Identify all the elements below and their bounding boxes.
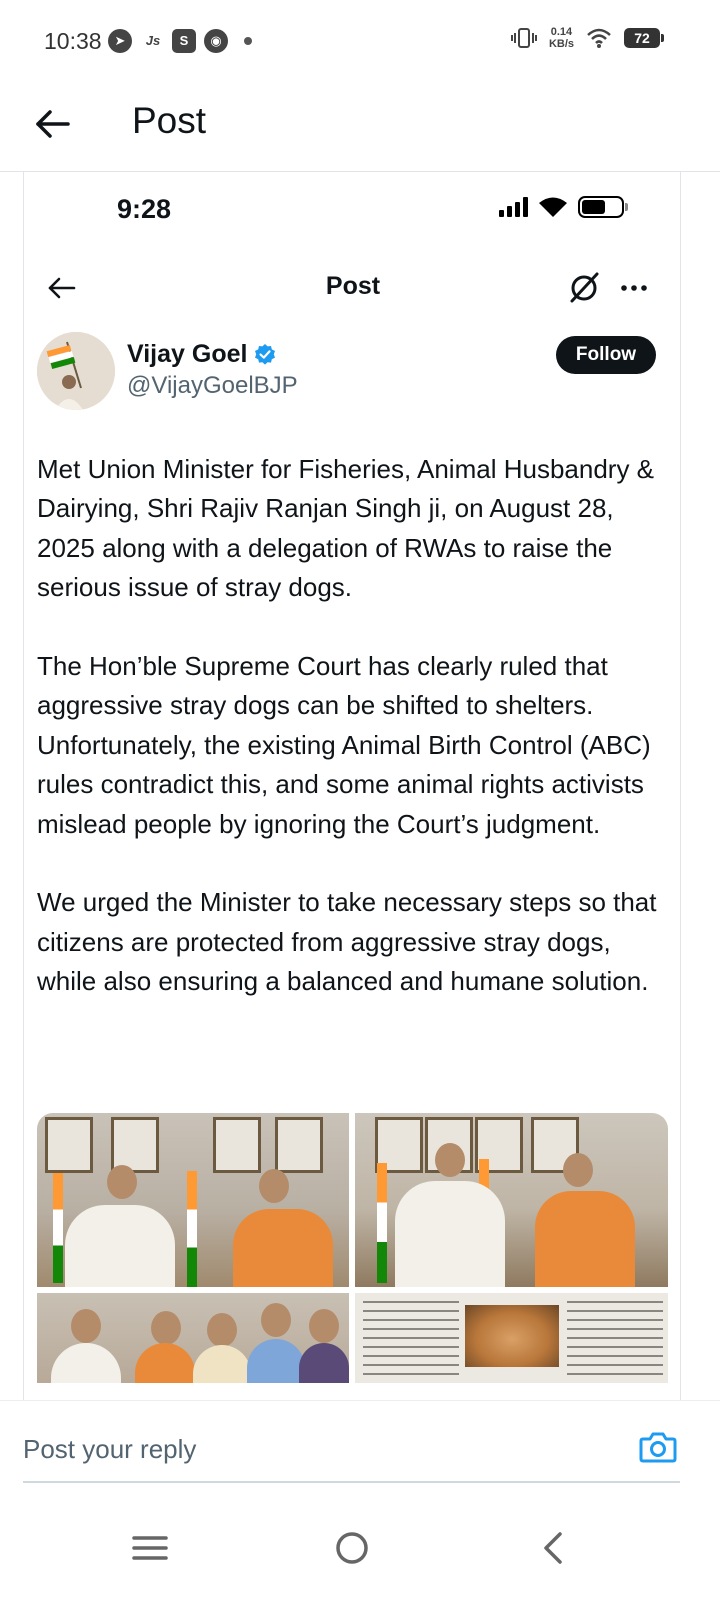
- app-header: Post: [0, 84, 720, 172]
- grok-icon: [570, 272, 599, 303]
- photo-meeting-1: [37, 1113, 349, 1287]
- newspaper-text-column: [363, 1301, 459, 1377]
- back-arrow-icon[interactable]: [30, 102, 74, 146]
- embedded-wifi-icon: [539, 197, 567, 217]
- person-face: [435, 1143, 465, 1177]
- person-face: [259, 1169, 289, 1203]
- photo-meeting-2: [355, 1113, 668, 1287]
- indian-flag: [377, 1163, 387, 1283]
- person-cream-kurta: [193, 1345, 251, 1383]
- embedded-status-time: 9:28: [117, 194, 172, 224]
- net-speed-unit: KB/s: [548, 38, 574, 50]
- reply-underline: [23, 1481, 680, 1483]
- post-paragraph: We urged the Minister to take necessary …: [37, 887, 657, 997]
- person-face: [151, 1311, 181, 1345]
- person-face: [107, 1165, 137, 1199]
- battery-icon: 72: [624, 28, 664, 48]
- vibrate-icon: [510, 28, 537, 48]
- js-icon: Js: [145, 33, 161, 48]
- person-face: [563, 1153, 593, 1187]
- person-orange-vest: [135, 1343, 195, 1383]
- photo-group: [37, 1293, 349, 1383]
- menu-icon[interactable]: [130, 1528, 170, 1568]
- reply-bar: [0, 1400, 720, 1500]
- wifi-icon: [587, 28, 611, 48]
- embedded-battery-icon: [578, 196, 628, 218]
- globe-icon: ◉: [204, 29, 228, 53]
- status-bar: 10:38 ➤ Js S ◉ 0.14 KB/s 72: [0, 0, 720, 84]
- author-name: Vijay Goel: [127, 340, 277, 369]
- person-white-kurta: [395, 1181, 505, 1287]
- chevron-left-icon[interactable]: [534, 1528, 574, 1568]
- status-right-group: 0.14 KB/s 72: [510, 26, 664, 50]
- more-horizontal-icon: [621, 285, 647, 291]
- author-name-text: Vijay Goel: [127, 340, 248, 368]
- person-face: [309, 1309, 339, 1343]
- page-title: Post: [132, 100, 207, 141]
- person-face: [71, 1309, 101, 1343]
- verified-badge-icon: [255, 343, 276, 365]
- embedded-status-icons: [499, 196, 628, 218]
- person-white-kurta: [51, 1343, 121, 1383]
- more-notifications-dot: [244, 37, 252, 45]
- dog-photo: [465, 1305, 559, 1367]
- net-speed-value: 0.14: [550, 26, 573, 38]
- home-circle-icon[interactable]: [332, 1528, 372, 1568]
- avatar-image: [37, 332, 115, 410]
- reply-input[interactable]: [23, 1427, 623, 1471]
- telegram-icon: ➤: [108, 29, 132, 53]
- author-handle: @VijayGoelBJP: [127, 372, 298, 399]
- person-white-kurta: [65, 1205, 175, 1287]
- net-speed: 0.14 KB/s: [549, 26, 574, 50]
- photo-newspaper-clipping: [355, 1293, 668, 1383]
- person-face: [207, 1313, 237, 1347]
- portrait-frame: [275, 1117, 323, 1173]
- cellular-signal-icon: [499, 197, 528, 217]
- avatar: [37, 332, 115, 410]
- app-s-icon: S: [172, 29, 196, 53]
- newspaper-text-column: [567, 1301, 663, 1377]
- person-face: [261, 1303, 291, 1337]
- status-time: 10:38: [44, 28, 102, 54]
- media-grid: [37, 1113, 668, 1383]
- portrait-frame: [45, 1117, 93, 1173]
- indian-flag: [53, 1173, 63, 1283]
- person-blue-shirt: [247, 1339, 305, 1383]
- post-paragraph: The Hon’ble Supreme Court has clearly ru…: [37, 651, 651, 839]
- person-orange-vest: [535, 1191, 635, 1287]
- person-orange-vest: [233, 1209, 333, 1287]
- person-purple-shirt: [299, 1343, 349, 1383]
- indian-flag: [187, 1171, 197, 1287]
- embedded-screenshot-card[interactable]: 9:28 Post Vijay Goel @VijayGoelBJP Follo…: [23, 172, 681, 1422]
- post-paragraph: Met Union Minister for Fisheries, Animal…: [37, 454, 655, 603]
- system-nav-bar: [0, 1500, 720, 1608]
- portrait-frame: [213, 1117, 261, 1173]
- camera-icon[interactable]: [638, 1427, 678, 1467]
- post-body: Met Union Minister for Fisheries, Animal…: [37, 450, 673, 1002]
- follow-button: Follow: [556, 336, 656, 374]
